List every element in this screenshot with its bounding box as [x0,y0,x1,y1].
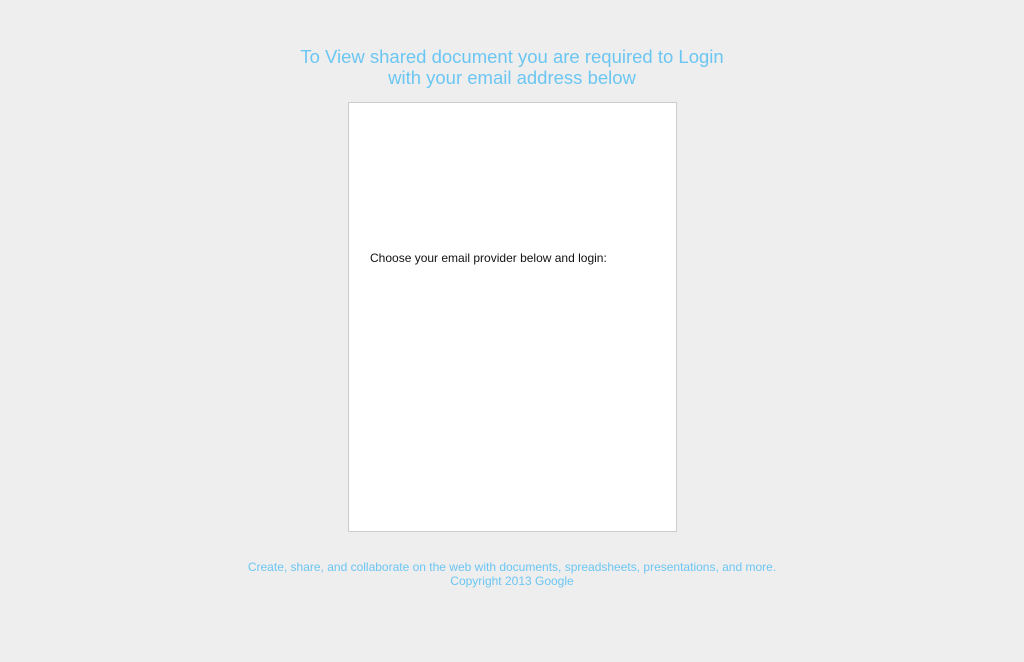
heading-line-1: To View shared document you are required… [300,46,724,67]
footer-tagline: Create, share, and collaborate on the we… [247,560,777,574]
footer-copyright: Copyright 2013 Google [450,574,574,588]
page: To View shared document you are required… [0,0,1024,662]
login-card: Choose your email provider below and log… [348,102,677,532]
provider-prompt: Choose your email provider below and log… [370,251,607,265]
heading-line-2: with your email address below [388,67,636,88]
page-footer: Create, share, and collaborate on the we… [0,560,1024,588]
page-heading: To View shared document you are required… [0,46,1024,88]
